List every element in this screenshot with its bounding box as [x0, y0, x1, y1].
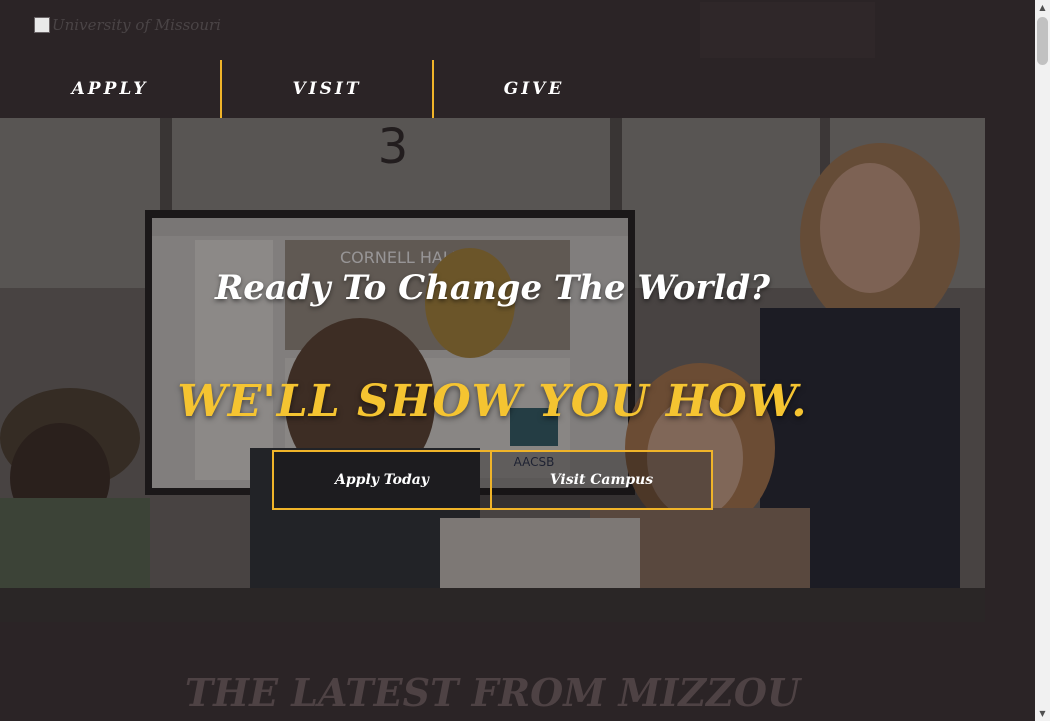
page: University of Missouri APPLY VISIT GIVE …: [0, 0, 1050, 721]
visit-campus-button[interactable]: Visit Campus: [490, 450, 713, 510]
nav-visit[interactable]: VISIT: [222, 60, 432, 118]
broken-image-icon: [34, 17, 50, 33]
scroll-up-arrow-icon[interactable]: ▲: [1035, 0, 1050, 15]
header-utility-block: [700, 2, 875, 58]
site-logo[interactable]: University of Missouri: [34, 16, 221, 34]
right-dark-strip: [985, 118, 1035, 721]
hero-title: Ready To Change The World?: [214, 268, 771, 308]
latest-section: THE LATEST FROM MIZZOU: [0, 622, 985, 721]
scroll-down-arrow-icon[interactable]: ▼: [1035, 706, 1050, 721]
scrollbar-thumb[interactable]: [1037, 17, 1048, 65]
nav-apply[interactable]: APPLY: [0, 60, 220, 118]
top-bar: University of Missouri: [0, 0, 1035, 60]
main-nav: APPLY VISIT GIVE: [0, 60, 1035, 118]
vertical-scrollbar[interactable]: [1035, 0, 1050, 721]
latest-heading: THE LATEST FROM MIZZOU: [184, 670, 801, 715]
logo-alt-text: University of Missouri: [52, 16, 221, 34]
hero-subtitle: WE'LL SHOW YOU HOW.: [177, 376, 808, 427]
hero-overlay: [0, 118, 985, 622]
apply-today-button[interactable]: Apply Today: [272, 450, 492, 510]
hero-banner: 3 CORNELL HALL AACSB Ready To Change The…: [0, 118, 985, 622]
nav-give[interactable]: GIVE: [434, 60, 634, 118]
